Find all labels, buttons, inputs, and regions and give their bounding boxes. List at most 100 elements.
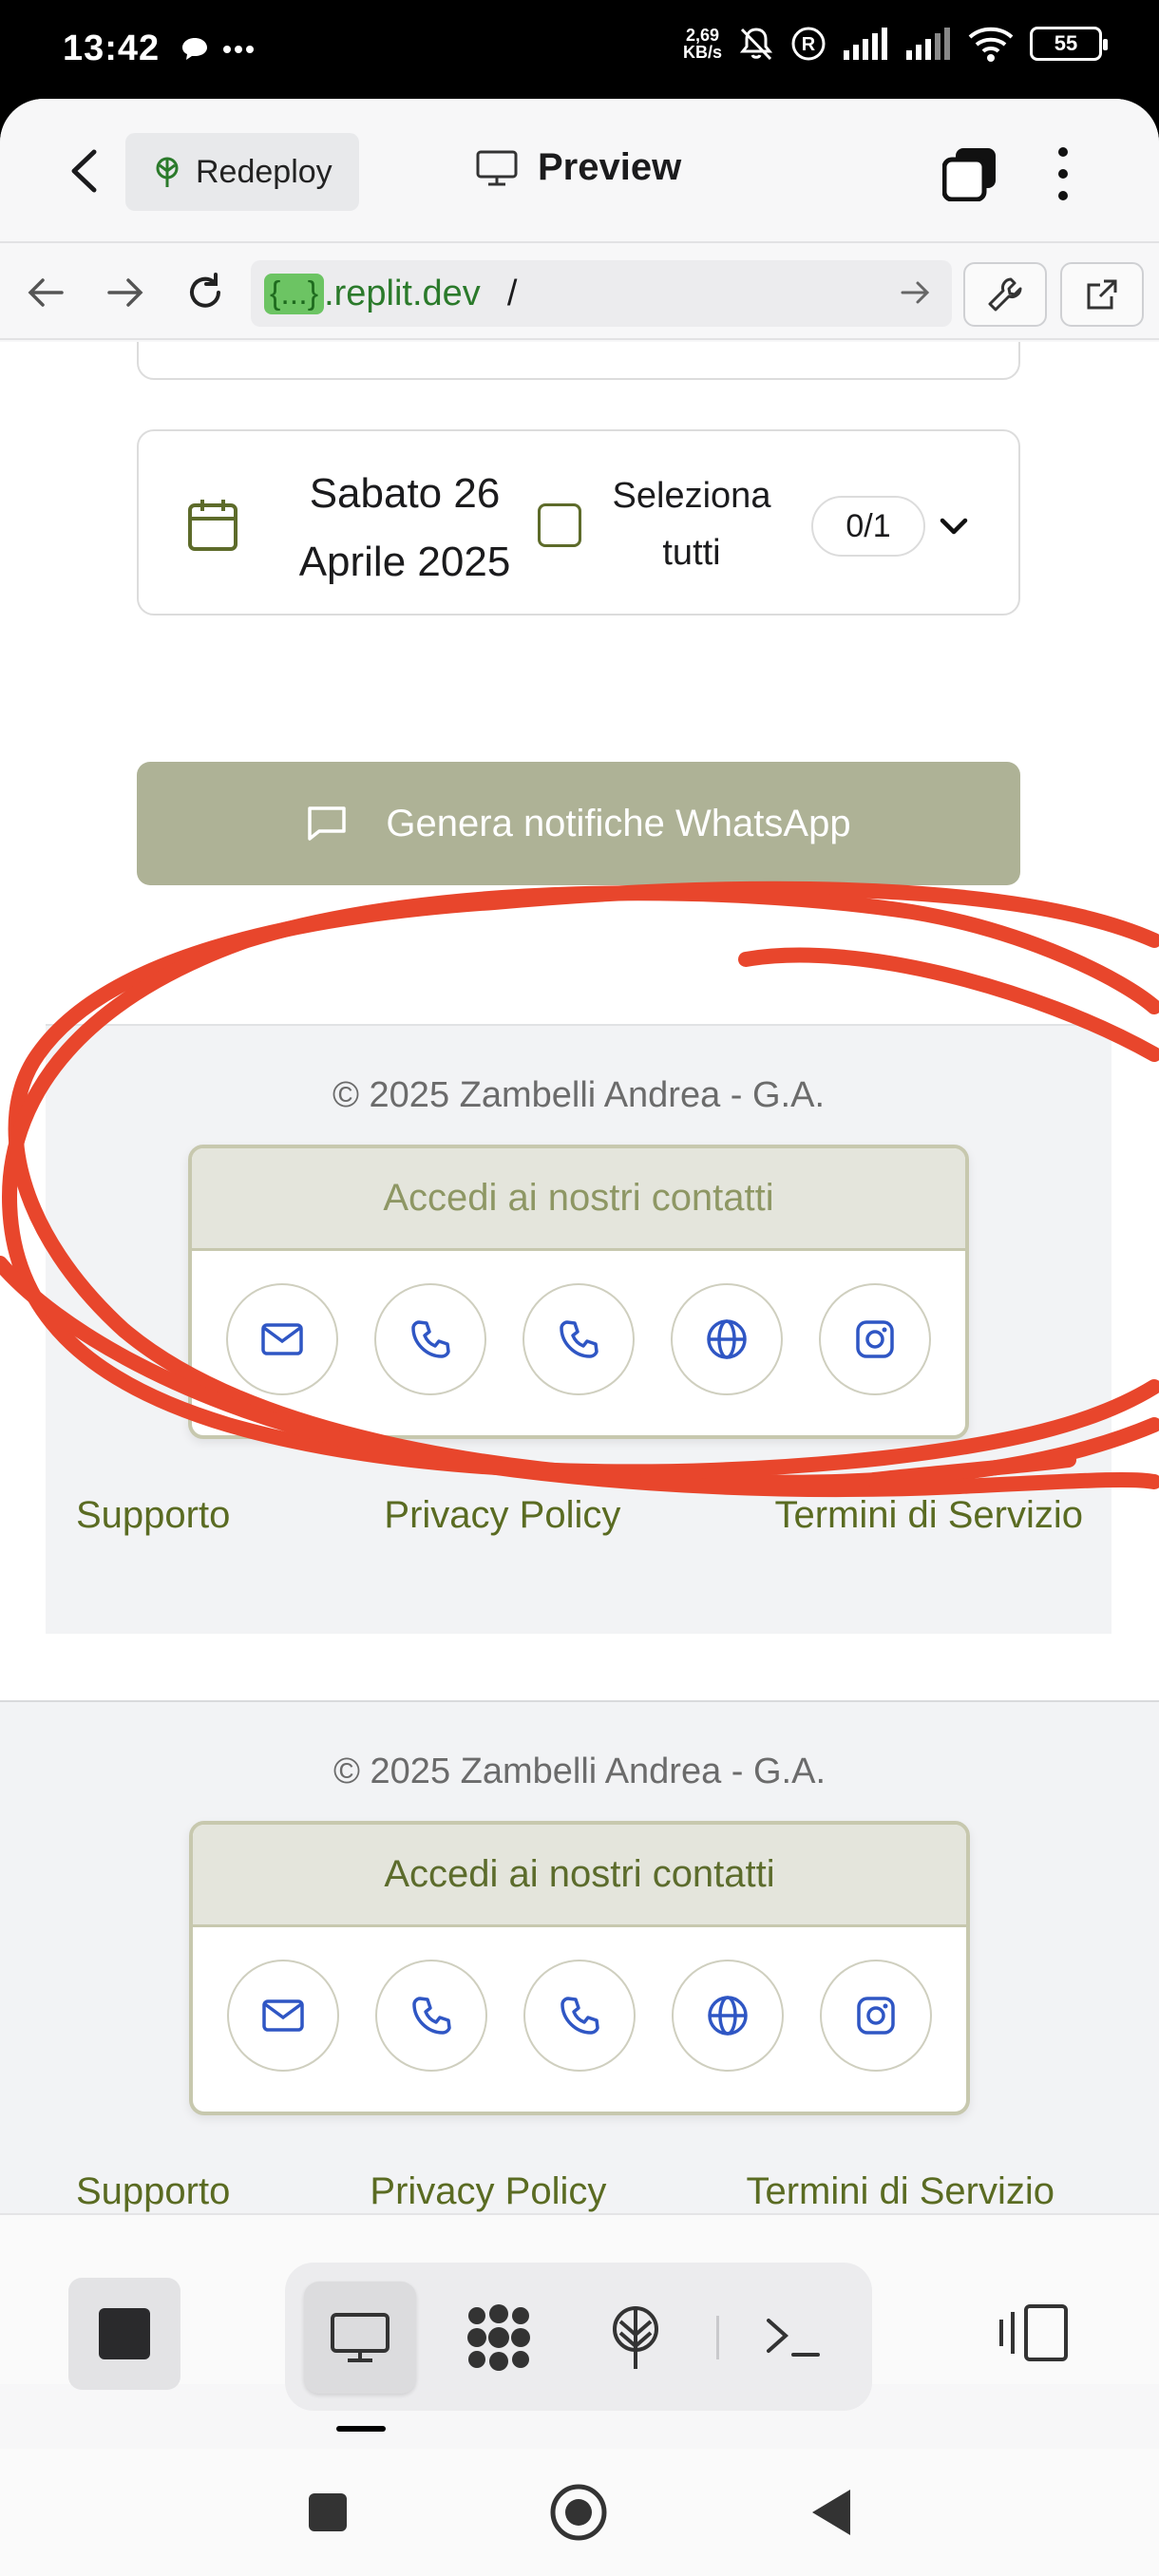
layout-toggle-icon[interactable] [998,2302,1070,2363]
select-all-checkbox[interactable] [538,503,581,547]
preview-icon [331,2313,390,2362]
calendar-icon [188,500,238,551]
workspace-tool-button[interactable] [443,2282,555,2394]
copyright-text: © 2025 Zambelli Andrea - G.A. [332,1752,826,1791]
signal-secondary-icon [906,28,950,60]
deploy-icon [156,157,179,187]
url-bar: {...} .replit.dev / [0,245,1159,340]
tool-switcher [285,2263,872,2411]
more-vertical-icon[interactable] [1049,144,1077,203]
phone-contact-button[interactable] [374,1283,486,1395]
external-link-icon [1087,279,1117,310]
phone-icon [412,1997,451,2035]
chat-bubble-icon [182,38,207,60]
instagram-contact-button[interactable] [820,1960,932,2072]
stop-icon [99,2308,150,2359]
shell-tool-button[interactable] [737,2282,849,2394]
date-label: Sabato 26 Aprile 2025 [298,470,511,585]
workspace-icon [467,2304,530,2371]
preview-tool-button[interactable] [304,2282,416,2394]
footer: © 2025 Zambelli Andrea - G.A. Accedi ai … [0,1700,1159,2213]
square-icon [309,2493,347,2531]
app-bar: Redeploy Preview [0,99,1159,243]
deployments-tool-button[interactable] [580,2282,692,2394]
contacts-title: Accedi ai nostri contatti [193,1825,966,1927]
generate-whatsapp-label: Genera notifiche WhatsApp [386,802,851,844]
instagram-icon [856,1320,894,1358]
phone-icon [560,1997,599,2035]
support-link[interactable]: Supporto [76,1494,230,1537]
recents-button[interactable] [294,2479,361,2546]
url-path: / [506,273,518,313]
instagram-icon [857,1997,895,2035]
signal-icon [844,28,887,60]
chevron-left-icon [71,149,97,193]
bell-muted-icon [739,28,773,61]
back-button[interactable] [55,142,112,199]
net-speed: 2,69 KB/s [682,26,722,62]
registered-icon: R [791,27,826,61]
triangle-back-icon [812,2490,850,2535]
selection-count-badge: 0/1 [811,496,925,557]
mail-icon [262,1999,304,2032]
email-contact-button[interactable] [227,1960,339,2072]
tabs-icon[interactable] [942,146,998,201]
chevron-down-icon[interactable] [935,509,973,543]
website-contact-button[interactable] [671,1283,783,1395]
select-all-label: Seleziona tutti [612,476,771,573]
wrench-icon [988,277,1022,312]
date-card[interactable]: Sabato 26 Aprile 2025 Seleziona tutti 0/… [137,429,1020,616]
privacy-policy-link[interactable]: Privacy Policy [370,2170,606,2213]
web-preview: Sabato 26 Aprile 2025 Seleziona tutti 0/… [0,342,1159,2213]
toolbar-separator [716,2316,719,2359]
app-sheet: Redeploy Preview {...} .replit.dev / Sab… [0,99,1159,2576]
phone-contact-button[interactable] [375,1960,487,2072]
terms-of-service-link[interactable]: Termini di Servizio [774,1494,1083,1537]
website-contact-button[interactable] [672,1960,784,2072]
svg-text:R: R [802,34,816,55]
status-time: 13:42 [63,28,161,68]
contacts-title: Accedi ai nostri contatti [192,1148,965,1251]
arrow-right-icon [107,278,143,307]
generate-whatsapp-button[interactable]: Genera notifiche WhatsApp [137,762,1020,885]
arrow-left-icon [28,278,64,307]
devtools-button[interactable] [963,262,1047,327]
more-notifications-icon [223,46,254,53]
go-arrow-icon[interactable] [899,275,933,310]
browser-back-button[interactable] [19,266,72,319]
preview-title-label: Preview [538,146,682,188]
phone-contact-button-2[interactable] [522,1283,635,1395]
home-button[interactable] [545,2479,612,2546]
url-domain: .replit.dev [324,273,481,313]
home-circle-icon [550,2484,607,2541]
deploy-icon [613,2306,658,2369]
footer-preview: © 2025 Zambelli Andrea - G.A. Accedi ai … [46,1024,1112,1634]
browser-forward-button[interactable] [99,266,152,319]
contacts-row [192,1283,965,1395]
open-external-button[interactable] [1060,262,1144,327]
globe-icon [707,1319,747,1359]
redeploy-button[interactable]: Redeploy [125,133,359,211]
email-contact-button[interactable] [226,1283,338,1395]
battery-indicator: 55 [1030,27,1108,61]
shell-icon [767,2319,820,2357]
system-back-button[interactable] [798,2479,864,2546]
message-square-icon [308,806,347,841]
support-link[interactable]: Supporto [76,2170,230,2213]
stop-button[interactable] [68,2278,180,2390]
contacts-row [193,1960,966,2072]
contacts-card: Accedi ai nostri contatti [188,1145,969,1439]
phone-contact-button-2[interactable] [523,1960,636,2072]
instagram-contact-button[interactable] [819,1283,931,1395]
url-input[interactable]: {...} .replit.dev / [251,260,952,327]
monitor-icon [476,150,518,185]
mail-icon [261,1323,303,1355]
terms-of-service-link[interactable]: Termini di Servizio [746,2170,1054,2213]
reload-button[interactable] [179,266,232,319]
wifi-icon [968,27,1014,62]
redeploy-label: Redeploy [196,153,332,190]
privacy-policy-link[interactable]: Privacy Policy [384,1494,620,1537]
footer-links: Supporto Privacy Policy Termini di Servi… [0,2170,1159,2213]
footer-links: Supporto Privacy Policy Termini di Servi… [46,1494,1112,1537]
contacts-card: Accedi ai nostri contatti [189,1821,970,2115]
